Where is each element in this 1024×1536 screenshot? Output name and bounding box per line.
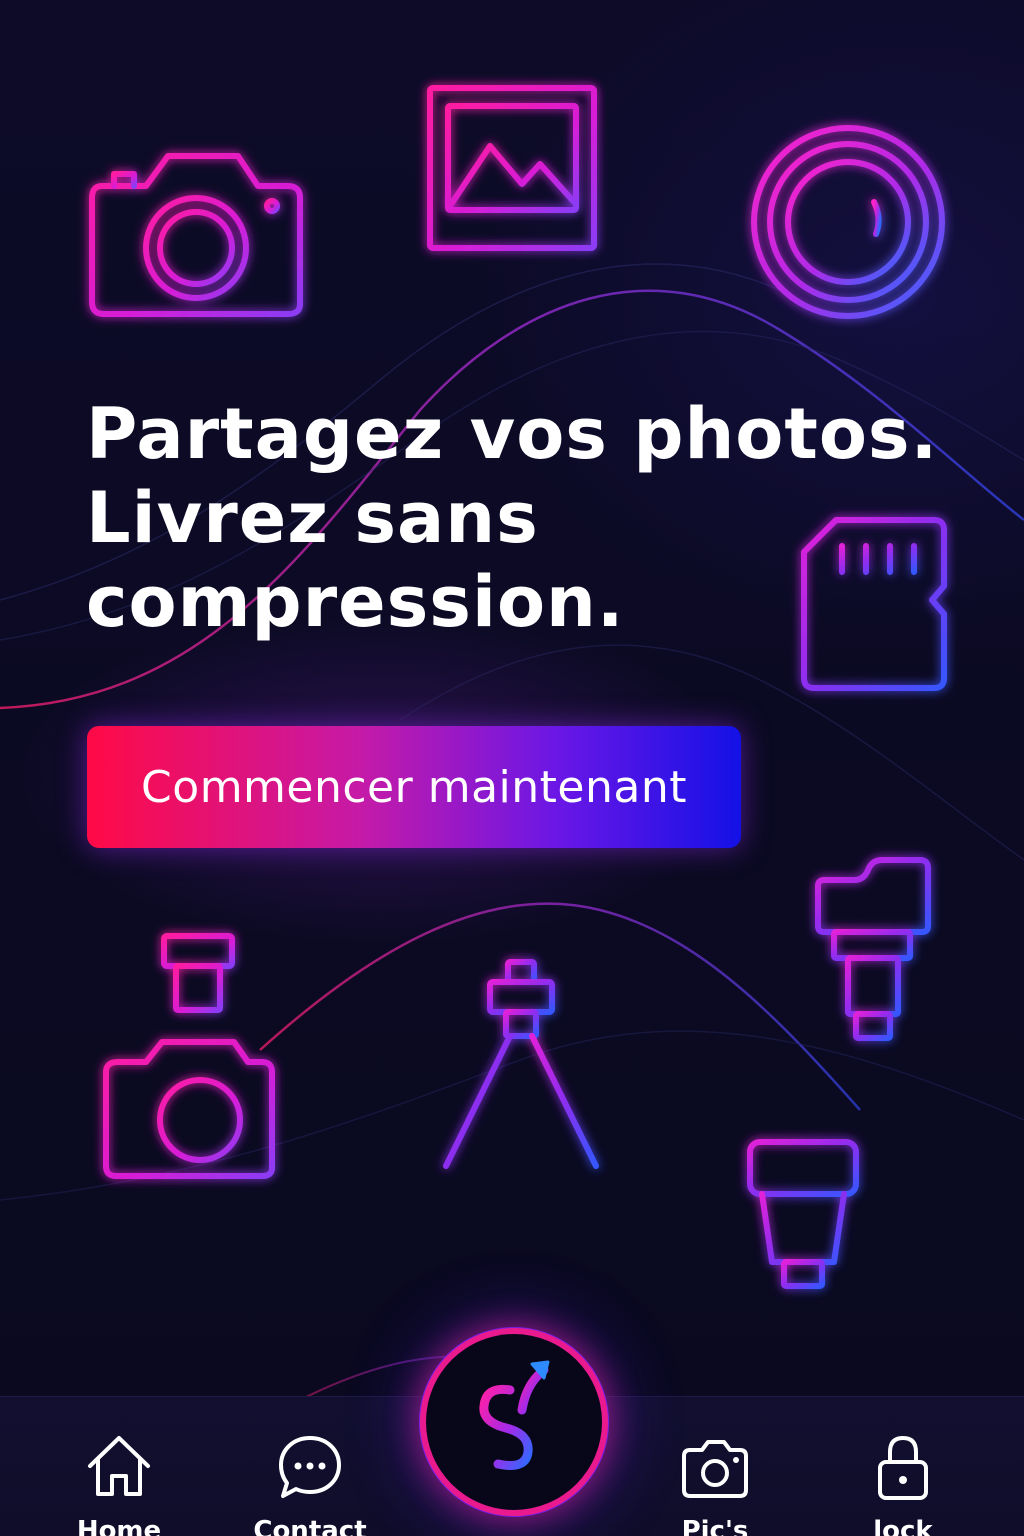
chat-icon bbox=[275, 1432, 345, 1502]
tab-lock[interactable]: lock bbox=[828, 1432, 978, 1536]
camera-icon bbox=[680, 1432, 750, 1502]
tab-pics[interactable]: Pic's bbox=[640, 1432, 790, 1536]
camera-icon bbox=[88, 150, 304, 318]
tab-home-label: Home bbox=[76, 1516, 162, 1536]
lens-icon bbox=[750, 122, 946, 322]
tab-lock-label: lock bbox=[873, 1516, 933, 1536]
tab-contact[interactable]: Contact bbox=[235, 1432, 385, 1536]
tab-pics-label: Pic's bbox=[681, 1516, 749, 1536]
tab-home[interactable]: Home bbox=[44, 1432, 194, 1536]
s-arrow-logo-icon bbox=[479, 1360, 550, 1470]
hero-headline-line-1: Partagez vos photos. bbox=[86, 393, 939, 475]
speedlight-flash-icon bbox=[746, 1138, 860, 1290]
center-action-button[interactable] bbox=[426, 1334, 602, 1510]
hero-headline-line-2: Livrez sans bbox=[86, 477, 539, 559]
start-now-button[interactable]: Commencer maintenant bbox=[87, 726, 741, 848]
hero-headline: Partagez vos photos. Livrez sans compres… bbox=[86, 392, 946, 644]
camera-flash-icon bbox=[102, 932, 278, 1180]
lock-icon bbox=[868, 1432, 938, 1502]
hero-headline-line-3: compression. bbox=[86, 561, 625, 643]
tab-contact-label: Contact bbox=[253, 1516, 367, 1536]
picture-frame-icon bbox=[426, 84, 598, 252]
app-screen: Partagez vos photos. Livrez sans compres… bbox=[0, 0, 1024, 1536]
home-icon bbox=[84, 1432, 154, 1502]
telephoto-lens-icon bbox=[814, 856, 932, 1042]
tripod-icon bbox=[440, 958, 602, 1172]
